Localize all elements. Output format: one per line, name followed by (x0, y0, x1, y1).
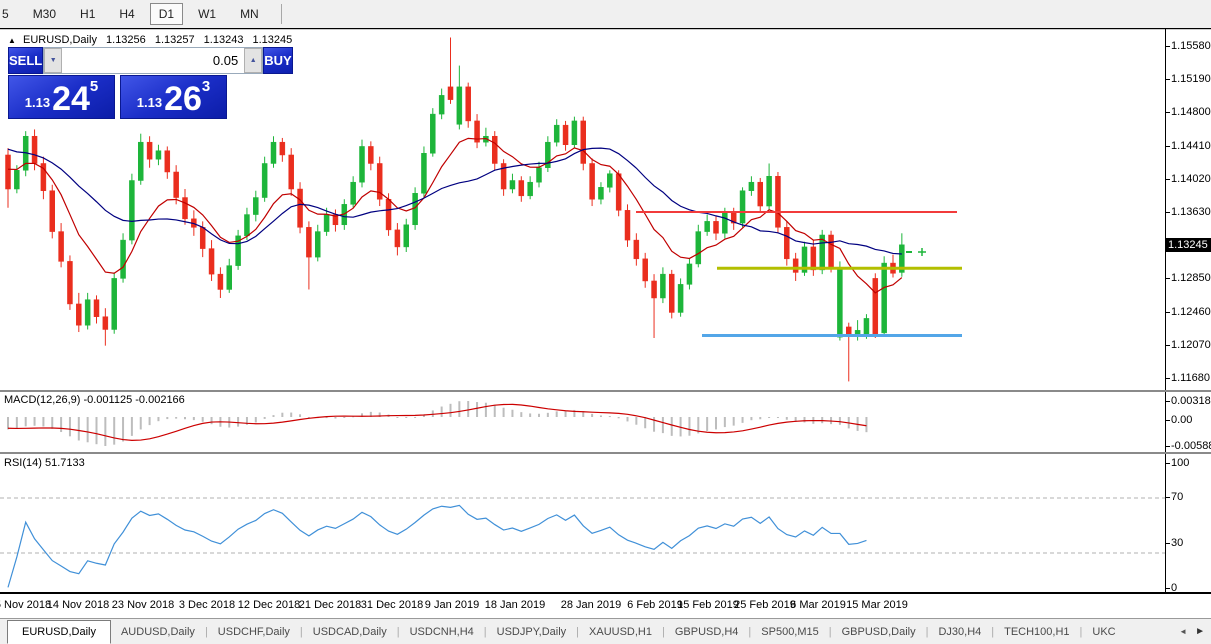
toolbar-separator (281, 4, 282, 24)
volume-input[interactable] (62, 48, 244, 73)
quote-open: 1.13256 (106, 34, 146, 46)
chart-symbol-label: EURUSD,Daily (23, 34, 97, 46)
timeframe-d1[interactable]: D1 (150, 3, 183, 25)
price-axis-tick: 1.13630 (1171, 206, 1211, 218)
rsi-axis-tick: 70 (1171, 491, 1183, 503)
mt4-window: 5 M30 H1 H4 D1 W1 MN ▲ EURUSD,Daily 1.13256 1.… (0, 0, 1211, 644)
rsi-label: RSI(14) 51.7133 (4, 457, 85, 469)
tab-scroll-nav: ◄ ► (1179, 619, 1205, 644)
price-axis-tick: 1.12850 (1171, 272, 1211, 284)
date-axis-label: 28 Jan 2019 (561, 599, 622, 611)
tab-sp500-m15[interactable]: SP500,M15 (751, 619, 828, 644)
macd-label: MACD(12,26,9) -0.001125 -0.002166 (4, 394, 185, 406)
quote-low: 1.13243 (204, 34, 244, 46)
price-axis-tick: 1.14410 (1171, 140, 1211, 152)
arrow-up-icon: ▲ (250, 57, 257, 64)
date-axis-label: 25 Feb 2019 (734, 599, 796, 611)
timeframe-mn[interactable]: MN (231, 3, 268, 25)
chart-header: ▲ EURUSD,Daily 1.13256 1.13257 1.13243 1… (8, 34, 298, 46)
arrow-down-icon: ▼ (50, 57, 57, 64)
tab-usdjpy-daily[interactable]: USDJPY,Daily (487, 619, 577, 644)
price-axis-tick: 1.12070 (1171, 339, 1211, 351)
rsi-axis-tick: 0 (1171, 582, 1177, 594)
collapse-triangle-icon[interactable]: ▲ (8, 36, 16, 45)
tab-dj30-h4[interactable]: DJ30,H4 (928, 619, 991, 644)
quote-high: 1.13257 (155, 34, 195, 46)
tab-usdcnh-h4[interactable]: USDCNH,H4 (400, 619, 484, 644)
date-axis-label: 21 Dec 2018 (299, 599, 361, 611)
date-axis-label: 18 Jan 2019 (485, 599, 546, 611)
buy-button[interactable]: BUY (263, 47, 292, 74)
tab-audusd-daily[interactable]: AUDUSD,Daily (111, 619, 205, 644)
sell-price-big: 24 (52, 84, 90, 114)
macd-axis-tick: 0.00 (1171, 414, 1192, 426)
current-price-tag: 1.13245 (1166, 238, 1211, 252)
date-axis-label: 31 Dec 2018 (361, 599, 423, 611)
rsi-axis-tick: 100 (1171, 457, 1189, 469)
price-axis-tick: 1.14020 (1171, 173, 1211, 185)
date-axis-label: 6 Feb 2019 (627, 599, 683, 611)
tab-ukc[interactable]: UKC (1082, 619, 1125, 644)
tab-usdcad-daily[interactable]: USDCAD,Daily (303, 619, 397, 644)
sell-price-pip: 5 (90, 78, 98, 95)
rsi-axis-tick: 30 (1171, 537, 1183, 549)
date-axis-label: 15 Feb 2019 (677, 599, 739, 611)
date-axis-label: 5 Nov 2018 (0, 599, 51, 611)
volume-decrease-button[interactable]: ▼ (44, 48, 62, 73)
macd-axis-tick: 0.003188 (1171, 395, 1211, 407)
one-click-trade-panel: SELL ▼ ▲ BUY 1.13 24 5 1.13 26 3 (8, 47, 227, 119)
buy-price-prefix: 1.13 (137, 95, 162, 110)
date-axis-label: 3 Dec 2018 (179, 599, 235, 611)
symbol-tabbar: EURUSD,DailyAUDUSD,Daily|USDCHF,Daily|US… (0, 618, 1211, 644)
buy-price-big: 26 (164, 84, 202, 114)
sell-price-prefix: 1.13 (25, 95, 50, 110)
price-axis-tick: 1.11680 (1171, 372, 1210, 384)
date-axis-label: 15 Mar 2019 (846, 599, 908, 611)
date-axis-label: 12 Dec 2018 (238, 599, 300, 611)
timeframe-toolbar: 5 M30 H1 H4 D1 W1 MN (0, 0, 1211, 29)
buy-price-pip: 3 (202, 78, 210, 95)
sell-button[interactable]: SELL (8, 47, 43, 74)
price-axis-tick: 1.15190 (1171, 73, 1211, 85)
timeframe-w1[interactable]: W1 (189, 3, 225, 25)
date-axis-label: 9 Jan 2019 (425, 599, 479, 611)
price-axis-tick: 1.15580 (1171, 40, 1211, 52)
price-axis-tick: 1.12460 (1171, 306, 1211, 318)
timeframe-5[interactable]: 5 (0, 3, 18, 25)
tab-scroll-right-icon[interactable]: ► (1195, 626, 1205, 637)
date-axis-label: 6 Mar 2019 (790, 599, 846, 611)
date-axis-label: 23 Nov 2018 (112, 599, 174, 611)
tab-gbpusd-h4[interactable]: GBPUSD,H4 (665, 619, 749, 644)
price-axis-tick: 1.14800 (1171, 106, 1211, 118)
volume-increase-button[interactable]: ▲ (244, 48, 262, 73)
quote-close: 1.13245 (253, 34, 293, 46)
tab-gbpusd-daily[interactable]: GBPUSD,Daily (832, 619, 926, 644)
volume-stepper: ▼ ▲ (43, 47, 263, 74)
tab-usdchf-daily[interactable]: USDCHF,Daily (208, 619, 300, 644)
timeframe-m30[interactable]: M30 (24, 3, 65, 25)
tab-eurusd-daily[interactable]: EURUSD,Daily (7, 620, 111, 644)
tab-tech100-h1[interactable]: TECH100,H1 (994, 619, 1079, 644)
sell-price-display[interactable]: 1.13 24 5 (8, 75, 115, 119)
timeframe-h4[interactable]: H4 (110, 3, 143, 25)
tab-scroll-left-icon[interactable]: ◄ (1179, 627, 1187, 636)
macd-axis-tick: -0.005889 (1171, 440, 1211, 452)
timeframe-h1[interactable]: H1 (71, 3, 104, 25)
tab-xauusd-h1[interactable]: XAUUSD,H1 (579, 619, 662, 644)
buy-price-display[interactable]: 1.13 26 3 (120, 75, 227, 119)
date-axis-label: 14 Nov 2018 (47, 599, 109, 611)
